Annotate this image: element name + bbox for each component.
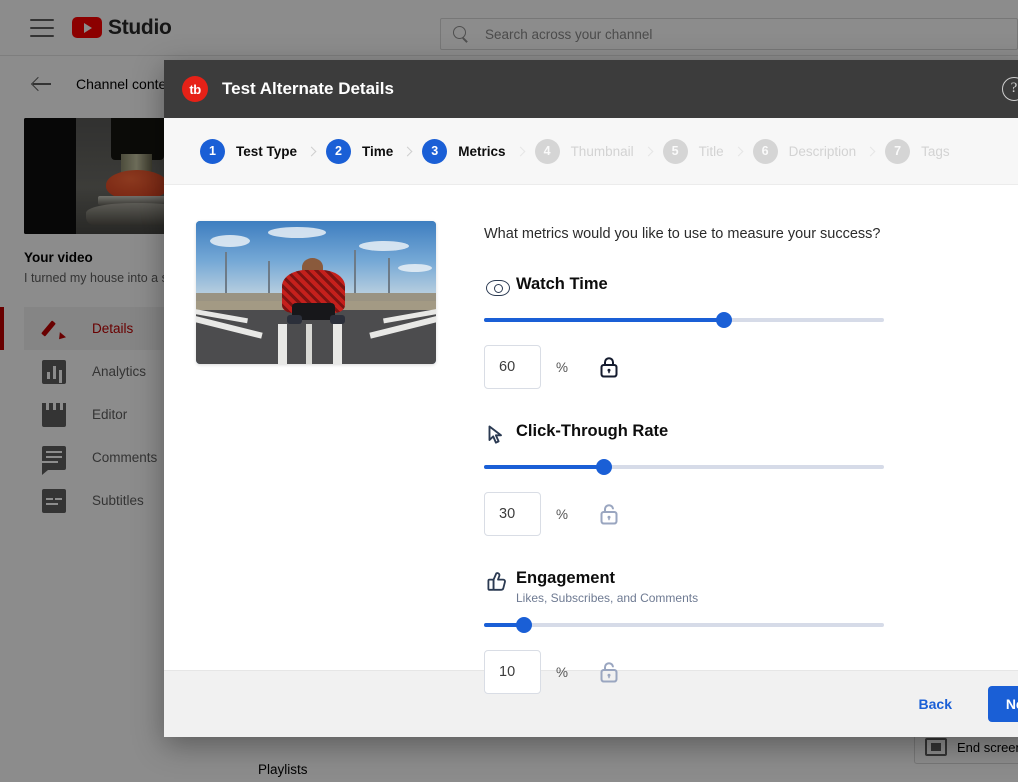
step-title: 5 Title [662,138,724,164]
step-tags: 7 Tags [885,138,950,164]
slider-thumb[interactable] [596,459,612,475]
percent-symbol: % [556,359,569,375]
step-label: Test Type [236,143,298,159]
step-number: 5 [662,138,688,164]
dialog-body: What metrics would you like to use to me… [164,185,1018,694]
step-label: Time [362,143,394,159]
metrics-column: What metrics would you like to use to me… [484,221,1018,694]
percent-symbol: % [556,664,569,680]
engagement-value-input[interactable] [484,650,541,694]
step-number: 6 [752,138,778,164]
metric-click-through-rate: Click-Through Rate % [484,421,1000,536]
ctr-slider[interactable] [484,459,1000,475]
slider-thumb[interactable] [716,312,732,328]
slider-fill [484,465,604,469]
cursor-icon [484,421,510,447]
slider-fill [484,318,724,322]
wizard-stepper: 1 Test Type 2 Time 3 Metrics 4 Thumbnail… [164,118,1018,185]
thumbs-up-icon [484,568,510,594]
metrics-question: What metrics would you like to use to me… [484,226,881,242]
step-chevron-icon [402,146,413,156]
step-label: Title [698,143,724,159]
step-chevron-icon [515,146,526,156]
step-label: Metrics [458,143,506,159]
step-number: 7 [885,138,911,164]
slider-track[interactable] [484,312,884,328]
slider-track[interactable] [484,459,884,475]
step-time[interactable]: 2 Time [326,138,394,164]
watch-time-value-input[interactable] [484,345,541,389]
metric-engagement: Engagement Likes, Subscribes, and Commen… [484,568,1000,694]
step-number: 2 [326,138,352,164]
engagement-lock-open-icon[interactable] [596,659,622,685]
engagement-slider[interactable] [484,617,1000,633]
slider-track[interactable] [484,617,884,633]
step-number: 4 [534,138,560,164]
ctr-lock-open-icon[interactable] [596,501,622,527]
watch-time-lock-closed-icon[interactable] [596,354,622,380]
step-label: Thumbnail [570,143,634,159]
eye-icon [484,274,510,300]
percent-symbol: % [556,506,569,522]
metric-subtitle: Likes, Subscribes, and Comments [516,591,699,605]
metric-title: Watch Time [516,275,608,293]
dialog-header: tb Test Alternate Details ? [164,60,1018,118]
step-label: Tags [921,143,950,159]
help-circle-icon[interactable]: ? [1002,77,1018,101]
slider-thumb[interactable] [516,617,532,633]
step-number: 3 [422,138,448,164]
step-description: 6 Description [752,138,857,164]
step-chevron-icon [306,146,317,156]
step-test-type[interactable]: 1 Test Type [200,138,298,164]
metric-title: Click-Through Rate [516,422,669,440]
test-alternate-details-dialog: tb Test Alternate Details ? 1 Test Type … [164,60,1018,737]
watch-time-slider[interactable] [484,312,1000,328]
step-thumbnail: 4 Thumbnail [534,138,634,164]
step-chevron-icon [865,146,876,156]
step-metrics[interactable]: 3 Metrics [422,138,506,164]
video-preview-thumbnail [196,221,436,364]
step-number: 1 [200,138,225,164]
step-label: Description [788,143,857,159]
metric-watch-time: Watch Time % [484,274,1000,389]
step-chevron-icon [643,146,654,156]
ctr-value-input[interactable] [484,492,541,536]
metric-title: Engagement [516,569,616,587]
dialog-title: Test Alternate Details [222,79,394,98]
step-chevron-icon [733,146,744,156]
tubebuddy-logo-icon: tb [182,76,208,102]
